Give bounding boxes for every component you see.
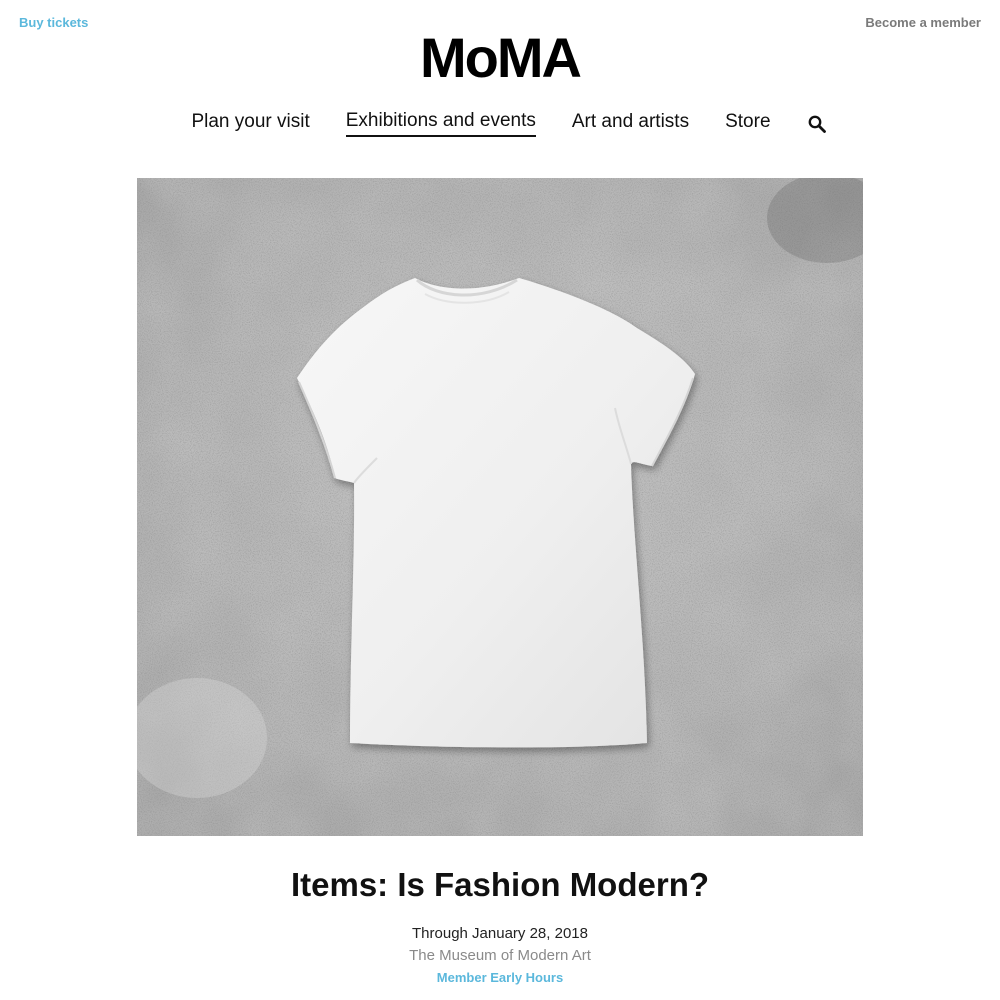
exhibition-date: Through January 28, 2018	[412, 925, 588, 942]
exhibition-venue: The Museum of Modern Art	[409, 947, 591, 964]
nav-item-plan-your-visit[interactable]: Plan your visit	[191, 111, 309, 136]
search-icon	[808, 115, 826, 133]
nav-item-store[interactable]: Store	[725, 111, 770, 136]
moma-logo[interactable]: MoMA	[0, 28, 1000, 88]
search-button[interactable]	[807, 114, 827, 134]
member-early-hours-link[interactable]: Member Early Hours	[0, 970, 1000, 985]
page: Buy tickets Become a member MoMA Plan yo…	[0, 0, 1000, 1000]
tshirt-image	[137, 178, 863, 836]
main-nav: Plan your visit Exhibitions and events A…	[0, 110, 1000, 137]
hero-image[interactable]	[137, 178, 863, 836]
nav-item-exhibitions-and-events[interactable]: Exhibitions and events	[345, 110, 536, 137]
exhibition-title[interactable]: Items: Is Fashion Modern?	[0, 864, 1000, 906]
nav-item-art-and-artists[interactable]: Art and artists	[572, 111, 689, 136]
